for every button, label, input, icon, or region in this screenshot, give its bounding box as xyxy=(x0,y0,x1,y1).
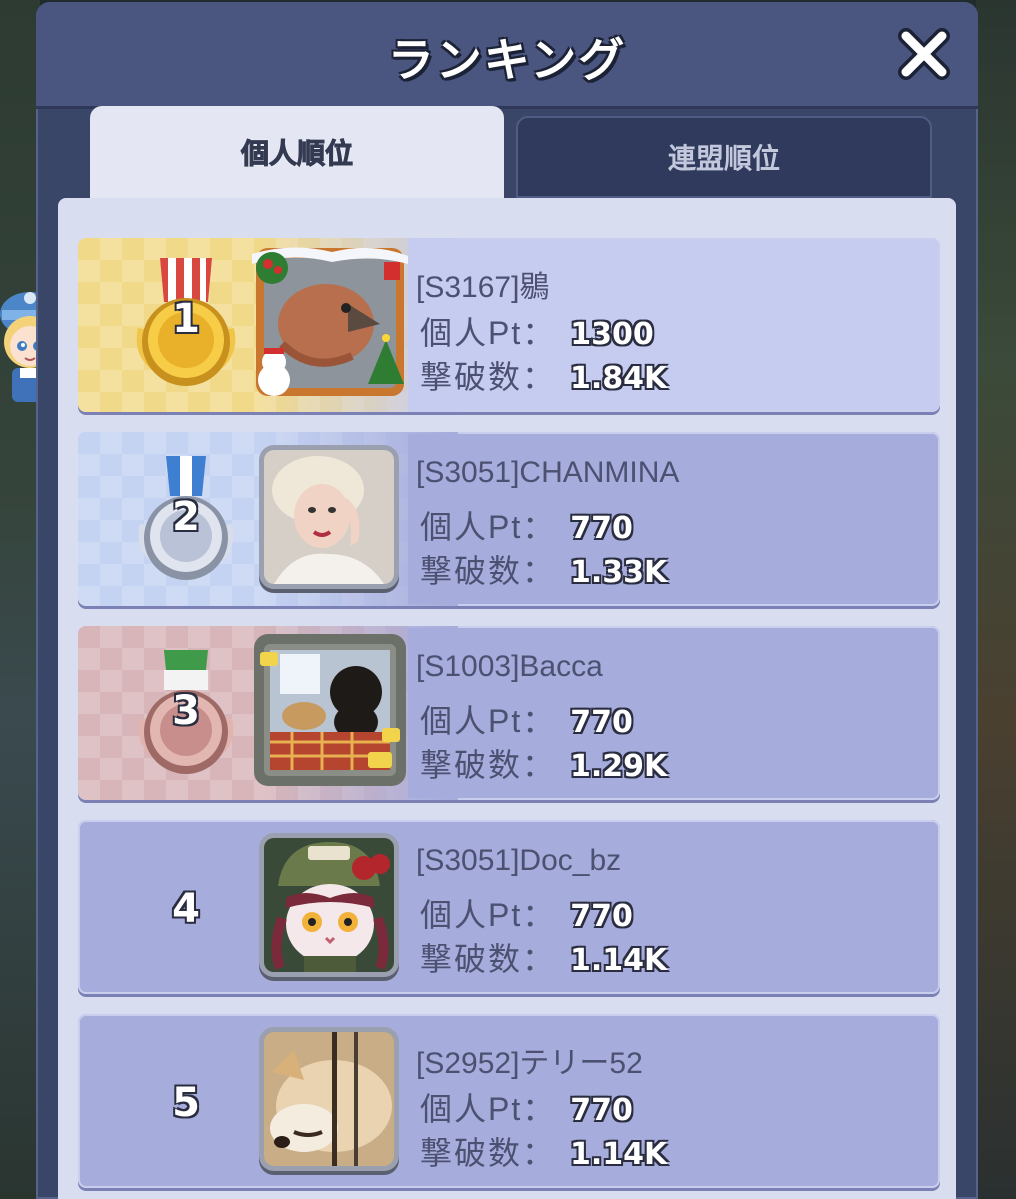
ranking-row-1[interactable]: 1 [S3167]鶍 個人Pt： 1300 撃破数： 1.84K xyxy=(78,238,940,412)
kills-stat: 撃破数： 1.14K xyxy=(420,934,667,980)
player-avatar[interactable] xyxy=(264,1032,394,1166)
kills-value: 1.14K xyxy=(570,1137,668,1172)
points-label: 個人Pt： xyxy=(420,315,557,351)
kills-label: 撃破数： xyxy=(420,747,557,783)
ranking-panel: ランキング 個人順位 連盟順位 1 [S3167]鶍 個人Pt： 1300 撃破… xyxy=(36,2,978,1199)
ranking-row-5[interactable]: 5 [S2952]テリー52 個人Pt： 770 撃破数： 1.14K xyxy=(78,1014,940,1188)
points-value: 1300 xyxy=(570,317,654,352)
ranking-row-4[interactable]: 4 [S3051]Doc_bz 個人Pt： 770 撃破数： 1.14K xyxy=(78,820,940,994)
rank-number: 1 xyxy=(172,296,200,342)
points-label: 個人Pt： xyxy=(420,509,557,545)
kills-stat: 撃破数： 1.29K xyxy=(420,740,667,786)
rank-number: 4 xyxy=(172,886,200,932)
kills-stat: 撃破数： 1.84K xyxy=(420,352,667,398)
background-scene-left xyxy=(0,0,40,1199)
rank-number: 3 xyxy=(172,688,200,734)
background-scene-right xyxy=(976,0,1016,1199)
points-value: 770 xyxy=(570,899,633,934)
points-stat: 個人Pt： 1300 xyxy=(420,308,654,354)
rank-number: 5 xyxy=(172,1080,200,1126)
player-name: [S3051]Doc_bz xyxy=(416,844,622,877)
kills-value: 1.84K xyxy=(570,361,668,396)
player-avatar[interactable] xyxy=(264,838,394,972)
kills-stat: 撃破数： 1.14K xyxy=(420,1128,667,1174)
player-avatar[interactable] xyxy=(252,632,408,788)
kills-label: 撃破数： xyxy=(420,1135,557,1171)
ranking-row-3[interactable]: 3 [S1003]Bacca 個人Pt： 770 撃破数： 1.29K xyxy=(78,626,940,800)
christmas-frame-icon xyxy=(252,247,408,396)
points-stat: 個人Pt： 770 xyxy=(420,1084,633,1130)
points-label: 個人Pt： xyxy=(420,897,557,933)
kills-value: 1.33K xyxy=(570,555,668,590)
ranking-list: 1 [S3167]鶍 個人Pt： 1300 撃破数： 1.84K 2 [S305… xyxy=(58,198,956,1199)
player-name: [S3051]CHANMINA xyxy=(416,456,680,489)
tab-personal-ranking[interactable]: 個人順位 xyxy=(90,106,504,198)
shiba-dog-avatar-icon xyxy=(264,1032,394,1166)
player-name: [S1003]Bacca xyxy=(416,650,603,683)
player-avatar[interactable] xyxy=(252,244,408,400)
points-value: 770 xyxy=(570,705,633,740)
player-avatar[interactable] xyxy=(264,450,394,584)
tab-alliance-ranking[interactable]: 連盟順位 xyxy=(516,116,932,198)
close-icon[interactable] xyxy=(898,28,950,80)
ranking-row-2[interactable]: 2 [S3051]CHANMINA 個人Pt： 770 撃破数： 1.33K xyxy=(78,432,940,606)
kills-stat: 撃破数： 1.33K xyxy=(420,546,667,592)
rank-number: 2 xyxy=(172,494,200,540)
points-label: 個人Pt： xyxy=(420,703,557,739)
player-name: [S3167]鶍 xyxy=(416,271,550,304)
woman-portrait-avatar-icon xyxy=(264,450,394,584)
player-name: [S2952]テリー52 xyxy=(416,1047,643,1080)
page-title: ランキング xyxy=(387,33,627,87)
points-stat: 個人Pt： 770 xyxy=(420,502,633,548)
points-stat: 個人Pt： 770 xyxy=(420,696,633,742)
dogs-on-sofa-avatar-icon xyxy=(254,634,406,786)
panel-header: ランキング xyxy=(36,2,978,109)
points-value: 770 xyxy=(570,511,633,546)
points-label: 個人Pt： xyxy=(420,1091,557,1127)
kills-label: 撃破数： xyxy=(420,553,557,589)
kills-value: 1.29K xyxy=(570,749,668,784)
kills-label: 撃破数： xyxy=(420,359,557,395)
cat-soldier-avatar-icon xyxy=(264,838,394,972)
points-value: 770 xyxy=(570,1093,633,1128)
kills-label: 撃破数： xyxy=(420,941,557,977)
points-stat: 個人Pt： 770 xyxy=(420,890,633,936)
kills-value: 1.14K xyxy=(570,943,668,978)
